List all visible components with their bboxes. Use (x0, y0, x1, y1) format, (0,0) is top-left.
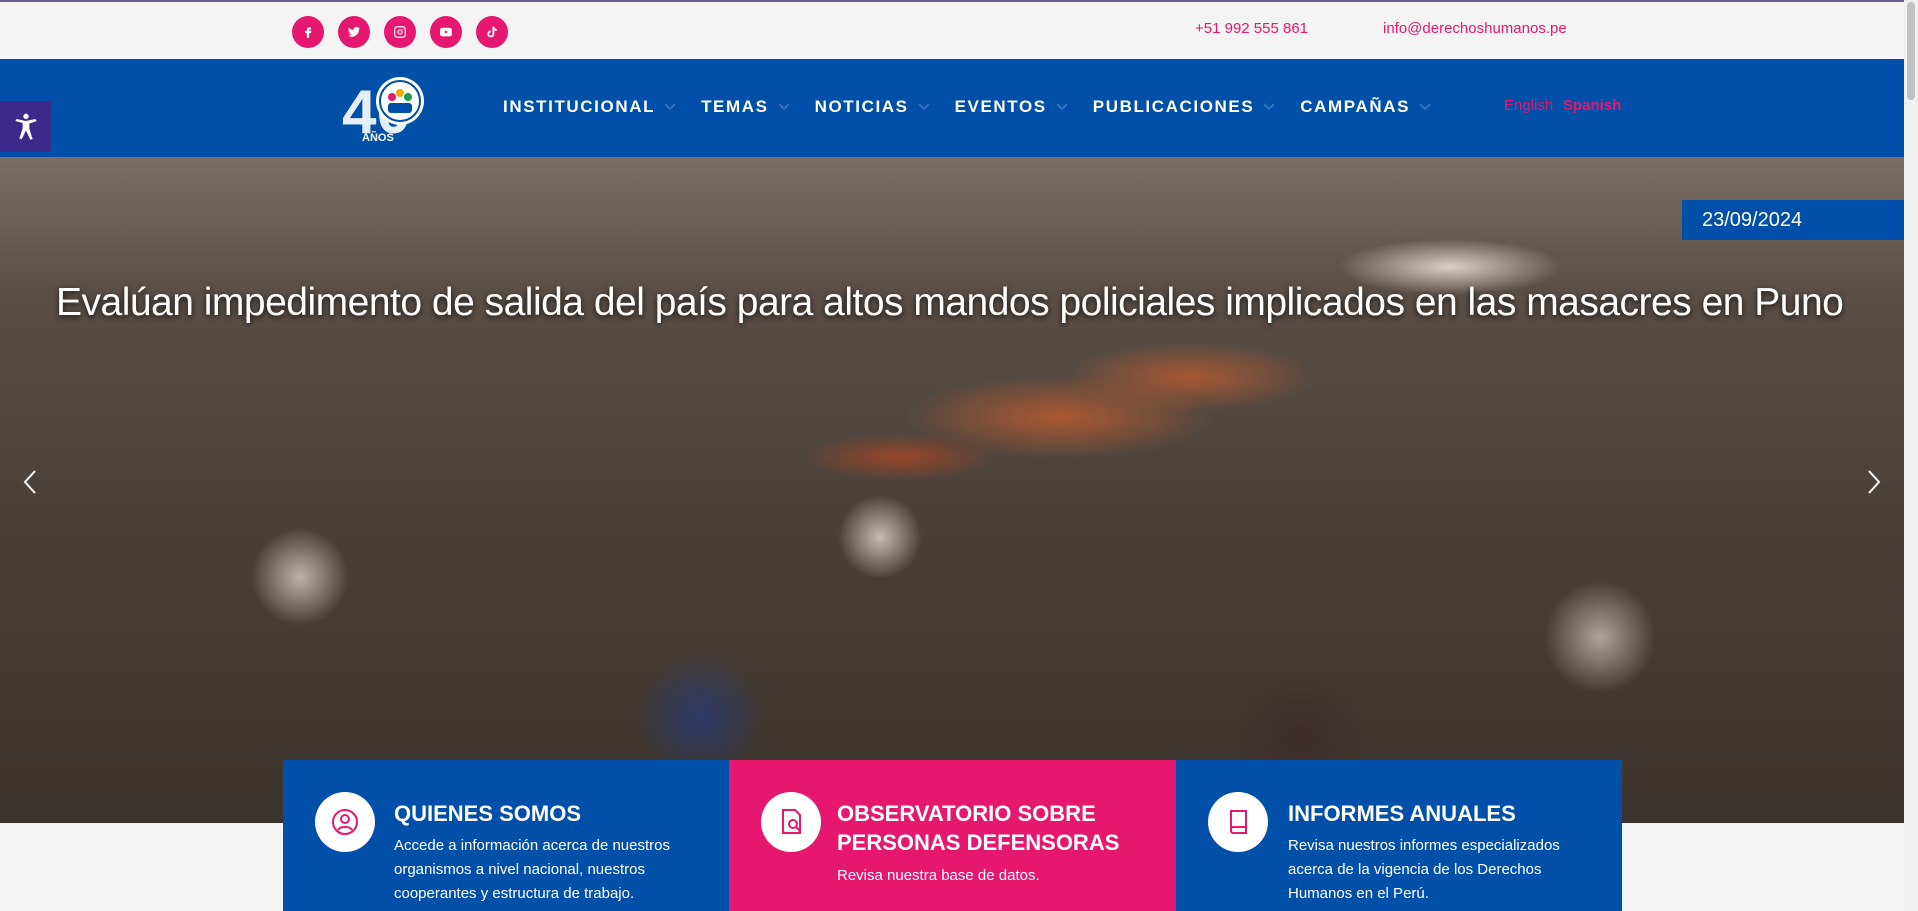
scrollbar[interactable] (1904, 0, 1918, 911)
social-links (292, 16, 508, 48)
main-navbar: 40 AÑOS INSTITUCIONAL TEMAS NOTICIAS EVE… (0, 59, 1904, 157)
site-logo[interactable]: 40 AÑOS (340, 73, 428, 147)
nav-publicaciones[interactable]: PUBLICACIONES (1093, 97, 1277, 117)
nav-institucional[interactable]: INSTITUCIONAL (503, 97, 677, 117)
accessibility-button[interactable] (0, 101, 51, 152)
chevron-right-icon (1868, 470, 1881, 494)
youtube-icon[interactable] (430, 16, 462, 48)
chevron-down-icon (777, 103, 790, 111)
nav-temas[interactable]: TEMAS (701, 97, 791, 117)
book-icon (1208, 792, 1268, 852)
nav-eventos[interactable]: EVENTOS (955, 97, 1069, 117)
card-observatorio[interactable]: OBSERVATORIO SOBRE PERSONAS DEFENSORAS R… (729, 760, 1176, 911)
user-circle-icon (315, 792, 375, 852)
chevron-down-icon (1419, 103, 1431, 111)
slider-prev-button[interactable] (16, 467, 46, 497)
card-informes-anuales[interactable]: INFORMES ANUALES Revisa nuestros informe… (1176, 760, 1622, 911)
nav-campanas[interactable]: CAMPAÑAS (1300, 97, 1432, 117)
twitter-icon[interactable] (338, 16, 370, 48)
card-title: INFORMES ANUALES (1288, 801, 1516, 826)
accessibility-icon (14, 113, 37, 140)
hero-date: 23/09/2024 (1682, 200, 1904, 240)
feature-cards: QUIENES SOMOS Accede a información acerc… (283, 760, 1622, 911)
card-text: Revisa nuestros informes especializados … (1288, 837, 1560, 902)
card-text: Revisa nuestra base de datos. (837, 867, 1040, 884)
chevron-down-icon (1056, 103, 1068, 111)
chevron-left-icon (23, 470, 36, 494)
instagram-icon[interactable] (384, 16, 416, 48)
lang-english[interactable]: English (1504, 97, 1553, 114)
hero-title[interactable]: Evalúan impedimento de salida del país p… (56, 279, 1856, 327)
facebook-icon[interactable] (292, 16, 324, 48)
document-search-icon (761, 792, 821, 852)
tiktok-icon[interactable] (476, 16, 508, 48)
svg-text:AÑOS: AÑOS (362, 131, 394, 143)
chevron-down-icon (664, 103, 676, 111)
email-link[interactable]: info@derechoshumanos.pe (1383, 20, 1567, 37)
card-text: Accede a información acerca de nuestros … (394, 837, 670, 902)
top-bar: +51 992 555 861 info@derechoshumanos.pe (0, 0, 1918, 59)
slider-next-button[interactable] (1858, 467, 1888, 497)
lang-spanish[interactable]: Spanish (1563, 97, 1621, 114)
card-title: OBSERVATORIO SOBRE PERSONAS DEFENSORAS (837, 801, 1120, 855)
card-quienes-somos[interactable]: QUIENES SOMOS Accede a información acerc… (283, 760, 729, 911)
chevron-down-icon (1263, 103, 1276, 111)
card-title: QUIENES SOMOS (394, 801, 582, 826)
chevron-down-icon (917, 103, 930, 111)
nav-noticias[interactable]: NOTICIAS (815, 97, 931, 117)
main-menu: INSTITUCIONAL TEMAS NOTICIAS EVENTOS PUB… (503, 97, 1456, 117)
phone-link[interactable]: +51 992 555 861 (1195, 20, 1308, 37)
scrollbar-thumb[interactable] (1907, 2, 1915, 100)
hero-slider: 23/09/2024 Evalúan impedimento de salida… (0, 157, 1904, 823)
